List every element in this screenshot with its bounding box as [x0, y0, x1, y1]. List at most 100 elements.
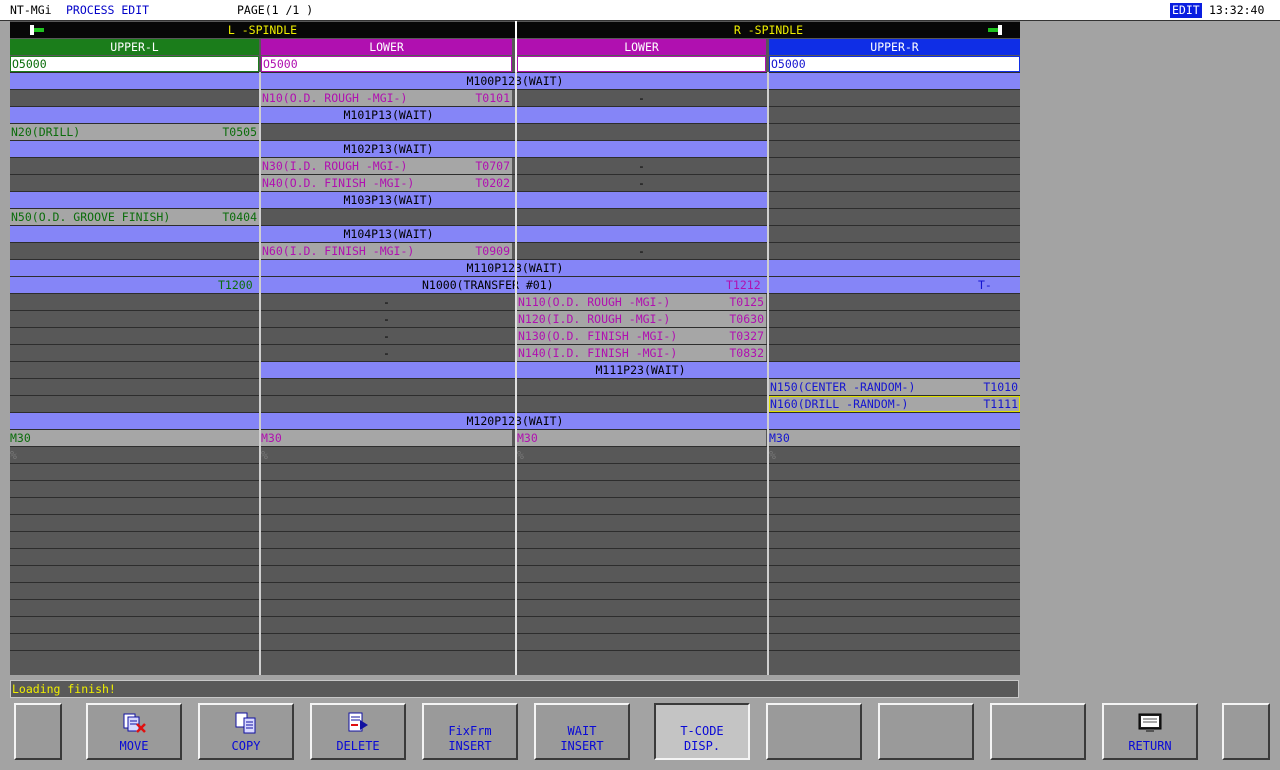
softkey-label: MOVE	[119, 739, 149, 753]
turret-header[interactable]: LOWER	[261, 39, 512, 55]
process-name: N50(O.D. GROOVE FINISH)	[11, 210, 171, 224]
process-cell[interactable]: N20(DRILL) T0505	[10, 124, 259, 140]
end-code: %	[261, 448, 268, 462]
dash-cell: -	[261, 328, 512, 344]
turret-label: LOWER	[624, 40, 659, 54]
process-cell[interactable]: N150(CENTER -RANDOM-) T1010	[769, 379, 1020, 395]
program-number: O5000	[12, 57, 47, 71]
end-code: M30	[517, 431, 538, 445]
softkey-wait-insert[interactable]: WAIT INSERT	[534, 703, 630, 760]
turret-header[interactable]: UPPER-L	[10, 39, 259, 55]
wait-command-label: M111P23(WAIT)	[595, 363, 686, 377]
program-number-field[interactable]: O5000	[10, 56, 259, 72]
process-cell[interactable]: N130(O.D. FINISH -MGI-) T0327	[517, 328, 766, 344]
screen-title: PROCESS EDIT	[66, 3, 150, 17]
process-name: N10(O.D. ROUGH -MGI-)	[262, 91, 408, 105]
softkey-label: T-CODE DISP.	[680, 724, 724, 753]
clock: 13:32:40	[1209, 3, 1265, 17]
softkey-blank-9[interactable]	[990, 703, 1086, 760]
process-cell[interactable]: N160(DRILL -RANDOM-) T1111	[769, 396, 1020, 412]
process-cell[interactable]: N50(O.D. GROOVE FINISH) T0404	[10, 209, 259, 225]
end-code-cell[interactable]: %	[10, 447, 259, 463]
tool-number: T0125	[729, 295, 764, 309]
program-number-field[interactable]: O5000	[261, 56, 512, 72]
column-separator	[259, 72, 261, 675]
end-code: M30	[10, 431, 31, 445]
softkey-label: RETURN	[1128, 739, 1172, 753]
page-indicator: PAGE(1 /1 )	[237, 3, 314, 17]
wait-command-label: M101P13(WAIT)	[343, 108, 434, 122]
process-cell[interactable]: N30(I.D. ROUGH -MGI-) T0707	[261, 158, 512, 174]
process-cell[interactable]: N40(O.D. FINISH -MGI-) T0202	[261, 175, 512, 191]
spindle-label-left: L -SPINDLE	[227, 23, 298, 37]
end-code-cell[interactable]: M30	[769, 430, 1020, 446]
app-name: NT-MGi	[10, 3, 52, 17]
softkey-move[interactable]: MOVE	[86, 703, 182, 760]
softkey-copy[interactable]: COPY	[198, 703, 294, 760]
process-name: N110(O.D. ROUGH -MGI-)	[518, 295, 671, 309]
transfer-tool-upper-l: T1200	[218, 278, 253, 292]
program-number-field[interactable]	[517, 56, 766, 72]
softkey-fixfrm-insert[interactable]: FixFrm INSERT	[422, 703, 518, 760]
end-code: %	[517, 448, 524, 462]
end-code-cell[interactable]: M30	[517, 430, 766, 446]
end-code: M30	[261, 431, 282, 445]
process-cell[interactable]: N60(I.D. FINISH -MGI-) T0909	[261, 243, 512, 259]
wait-command-row[interactable]: M101P13(WAIT)	[10, 107, 767, 123]
process-grid: L -SPINDLE R -SPINDLE UPPER-L O5000 LOWER O50…	[10, 21, 1020, 675]
turret-header[interactable]: UPPER-R	[769, 39, 1020, 55]
tool-number: T0327	[729, 329, 764, 343]
return-icon	[1138, 711, 1162, 735]
wait-command-row[interactable]: M102P13(WAIT)	[10, 141, 767, 157]
tool-number: T0505	[222, 125, 257, 139]
softkey-blank-11[interactable]	[1222, 703, 1270, 760]
softkey-return[interactable]: RETURN	[1102, 703, 1198, 760]
softkey-blank-7[interactable]	[766, 703, 862, 760]
dash-marker: -	[638, 159, 645, 173]
end-code-cell[interactable]: %	[261, 447, 512, 463]
column-separator	[515, 72, 517, 675]
dash-cell: -	[517, 243, 766, 259]
softkey-blank-8[interactable]	[878, 703, 974, 760]
delete-icon	[346, 711, 370, 735]
softkey-label: COPY	[231, 739, 261, 753]
spindle-header-right: R -SPINDLE	[517, 22, 1020, 38]
softkey-t-code-disp[interactable]: T-CODE DISP.	[654, 703, 750, 760]
end-code-cell[interactable]: M30	[261, 430, 512, 446]
process-cell[interactable]: N110(O.D. ROUGH -MGI-) T0125	[517, 294, 766, 310]
softkey-delete[interactable]: DELETE	[310, 703, 406, 760]
end-code-cell[interactable]: %	[769, 447, 1020, 463]
wait-command-row[interactable]: M104P13(WAIT)	[10, 226, 767, 242]
title-bar: NT-MGi PROCESS EDIT PAGE(1 /1 ) EDIT 13:…	[0, 0, 1280, 21]
end-code-cell[interactable]: M30	[10, 430, 259, 446]
spindle-left-icon	[30, 25, 44, 35]
program-number-field[interactable]: O5000	[769, 56, 1020, 72]
dash-cell: -	[261, 345, 512, 361]
turret-label: UPPER-L	[110, 40, 159, 54]
end-code: %	[10, 448, 17, 462]
program-number: O5000	[263, 57, 298, 71]
dash-marker: -	[638, 91, 645, 105]
wait-command-row[interactable]: M103P13(WAIT)	[10, 192, 767, 208]
softkey-label: DELETE	[336, 739, 380, 753]
process-name: N150(CENTER -RANDOM-)	[770, 380, 916, 394]
status-line: Loading finish!	[10, 680, 1019, 698]
turret-header[interactable]: LOWER	[517, 39, 766, 55]
process-name: N20(DRILL)	[11, 125, 81, 139]
process-cell[interactable]: N120(I.D. ROUGH -MGI-) T0630	[517, 311, 766, 327]
tool-number: T0202	[475, 176, 510, 190]
wait-command-row[interactable]: M111P23(WAIT)	[261, 362, 1020, 378]
process-cell[interactable]: N10(O.D. ROUGH -MGI-) T0101	[261, 90, 512, 106]
transfer-tool-lower-r: T1212	[726, 278, 761, 292]
softkey-blank-0[interactable]	[14, 703, 62, 760]
end-code-cell[interactable]: %	[517, 447, 766, 463]
tool-number: T1111	[983, 397, 1018, 411]
dash-cell: -	[261, 294, 512, 310]
process-name: N160(DRILL -RANDOM-)	[770, 397, 909, 411]
tool-number: T0832	[729, 346, 764, 360]
dash-marker: -	[383, 329, 390, 343]
spindle-header-left: L -SPINDLE	[10, 22, 515, 38]
process-cell[interactable]: N140(I.D. FINISH -MGI-) T0832	[517, 345, 766, 361]
tool-number: T0707	[475, 159, 510, 173]
spindle-divider	[515, 21, 517, 72]
